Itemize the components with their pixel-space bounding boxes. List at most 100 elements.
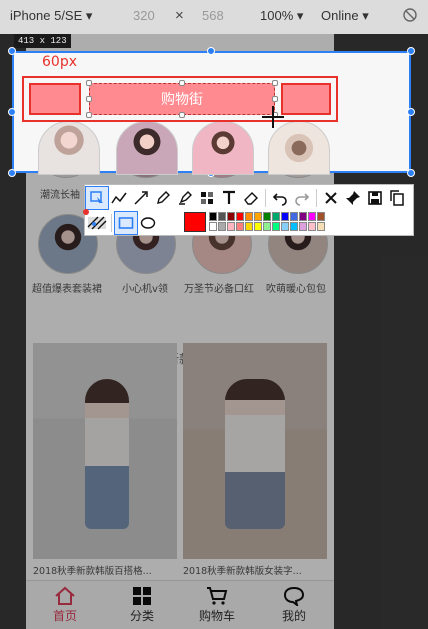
shape-handle[interactable] — [179, 112, 185, 118]
color-swatch[interactable] — [236, 212, 244, 221]
viewport-height[interactable]: 568 — [202, 8, 224, 23]
measure-label: 60px — [42, 54, 77, 70]
product-card[interactable]: 2018秋季新款韩版女装字... — [183, 343, 327, 583]
grid-icon — [112, 585, 172, 607]
eraser-tool-icon[interactable] — [240, 187, 262, 209]
viewport-width[interactable]: 320 — [133, 8, 155, 23]
undo-icon[interactable] — [269, 187, 291, 209]
color-swatch[interactable] — [290, 212, 298, 221]
color-swatch[interactable] — [236, 222, 244, 231]
color-swatch[interactable] — [245, 212, 253, 221]
close-icon[interactable] — [320, 187, 342, 209]
rotate-disabled-icon[interactable] — [403, 8, 417, 22]
device-toolbar: iPhone 5/SE ▾ 320 × 568 100% ▾ Online ▾ — [0, 0, 428, 34]
color-swatch[interactable] — [290, 222, 298, 231]
red-dot-indicator — [83, 209, 89, 215]
color-swatch[interactable] — [308, 212, 316, 221]
network-throttle-select[interactable]: Online ▾ — [321, 8, 369, 24]
category-image — [116, 121, 178, 175]
dimension-separator: × — [175, 7, 184, 24]
annotation-rectangle[interactable] — [29, 83, 81, 115]
resize-handle[interactable] — [407, 47, 415, 55]
nav-category-label: 分类 — [129, 609, 154, 623]
text-tool-icon[interactable] — [218, 187, 240, 209]
annotation-toolbar — [84, 184, 414, 236]
shape-handle[interactable] — [179, 80, 185, 86]
category-image — [38, 121, 100, 175]
color-swatch[interactable] — [299, 212, 307, 221]
nav-category[interactable]: 分类 — [112, 585, 172, 624]
color-swatch[interactable] — [281, 222, 289, 231]
rectangle-shape-icon[interactable] — [114, 211, 138, 235]
color-swatch[interactable] — [281, 212, 289, 221]
ellipse-shape-icon[interactable] — [137, 212, 159, 234]
select-tool-icon[interactable] — [85, 186, 109, 210]
zoom-select[interactable]: 100% ▾ — [260, 8, 303, 24]
shape-handle[interactable] — [86, 80, 92, 86]
category-label[interactable]: 小心机v领 — [122, 280, 168, 295]
polyline-tool-icon[interactable] — [108, 187, 130, 209]
shape-handle[interactable] — [86, 112, 92, 118]
bottom-nav: 首页 分类 购物车 我的 — [26, 580, 334, 629]
resize-handle[interactable] — [407, 108, 415, 116]
crosshair-cursor-icon — [262, 106, 284, 128]
resize-handle[interactable] — [8, 169, 16, 177]
annotation-rectangle[interactable] — [281, 83, 331, 115]
color-swatch[interactable] — [254, 212, 262, 221]
color-swatch[interactable] — [317, 222, 325, 231]
color-swatch[interactable] — [272, 222, 280, 231]
color-swatch[interactable] — [218, 212, 226, 221]
shape-handle[interactable] — [86, 96, 92, 102]
resize-handle[interactable] — [207, 47, 215, 55]
copy-icon[interactable] — [386, 187, 408, 209]
color-swatch[interactable] — [209, 222, 217, 231]
color-swatch[interactable] — [209, 212, 217, 221]
redo-icon[interactable] — [291, 187, 313, 209]
product-title[interactable]: 2018秋季新款韩版百搭格... — [33, 563, 177, 577]
highlighter-tool-icon[interactable] — [174, 187, 196, 209]
color-swatch[interactable] — [218, 222, 226, 231]
fill-pattern-icon[interactable] — [86, 212, 108, 234]
color-swatch[interactable] — [272, 212, 280, 221]
product-card[interactable]: 2018秋季新款韩版百搭格... — [33, 343, 177, 583]
product-image[interactable] — [33, 343, 177, 559]
nav-profile[interactable]: 我的 — [264, 585, 324, 624]
mosaic-tool-icon[interactable] — [196, 187, 218, 209]
arrow-tool-icon[interactable] — [130, 187, 152, 209]
product-image[interactable] — [183, 343, 327, 559]
pin-icon[interactable] — [342, 187, 364, 209]
nav-cart[interactable]: 购物车 — [187, 585, 247, 624]
toolbar-tools-row — [85, 186, 408, 210]
color-swatch[interactable] — [299, 222, 307, 231]
save-icon[interactable] — [364, 187, 386, 209]
resize-handle[interactable] — [8, 47, 16, 55]
shape-handle[interactable] — [272, 96, 278, 102]
color-swatch[interactable] — [263, 212, 271, 221]
category-label[interactable]: 超值爆表套装裙 — [32, 280, 102, 295]
color-swatch[interactable] — [245, 222, 253, 231]
nav-cart-label: 购物车 — [198, 609, 235, 623]
header-title[interactable]: 购物街 — [89, 83, 275, 115]
color-swatch[interactable] — [227, 212, 235, 221]
category-label[interactable]: 吹萌暖心包包 — [266, 280, 326, 295]
nav-home[interactable]: 首页 — [35, 585, 95, 624]
category-label[interactable]: 潮流长袖 — [40, 186, 80, 201]
home-icon — [35, 585, 95, 607]
toolbar-style-row — [86, 211, 159, 235]
chat-bubble-icon — [264, 585, 324, 607]
nav-home-label: 首页 — [52, 609, 77, 623]
resize-handle[interactable] — [407, 169, 415, 177]
color-swatch[interactable] — [317, 212, 325, 221]
device-select[interactable]: iPhone 5/SE ▾ — [10, 8, 92, 24]
color-swatch[interactable] — [308, 222, 316, 231]
category-image — [192, 121, 254, 175]
resize-handle[interactable] — [8, 108, 16, 116]
current-color-swatch[interactable] — [184, 212, 206, 232]
color-swatch[interactable] — [263, 222, 271, 231]
color-swatch[interactable] — [227, 222, 235, 231]
pen-tool-icon[interactable] — [152, 187, 174, 209]
product-title[interactable]: 2018秋季新款韩版女装字... — [183, 563, 327, 577]
category-label[interactable]: 万圣节必备口红 — [184, 280, 254, 295]
shape-handle[interactable] — [272, 80, 278, 86]
color-swatch[interactable] — [254, 222, 262, 231]
